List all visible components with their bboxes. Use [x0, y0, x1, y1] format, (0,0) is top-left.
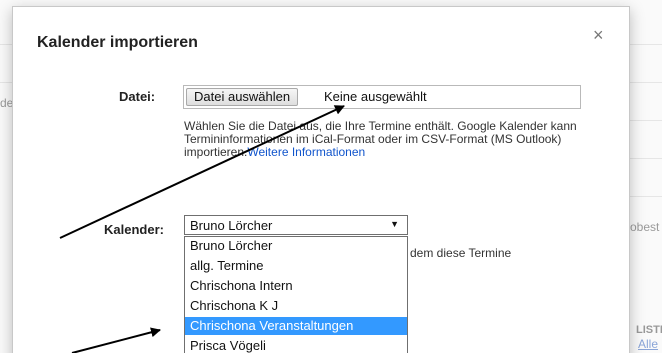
- annotation-arrows: [59, 105, 345, 353]
- arrow-to-calendar-option: [71, 327, 161, 353]
- arrow-to-file-input: [59, 105, 345, 239]
- screen: de obest LISTE Alle Kalender importieren…: [0, 0, 662, 353]
